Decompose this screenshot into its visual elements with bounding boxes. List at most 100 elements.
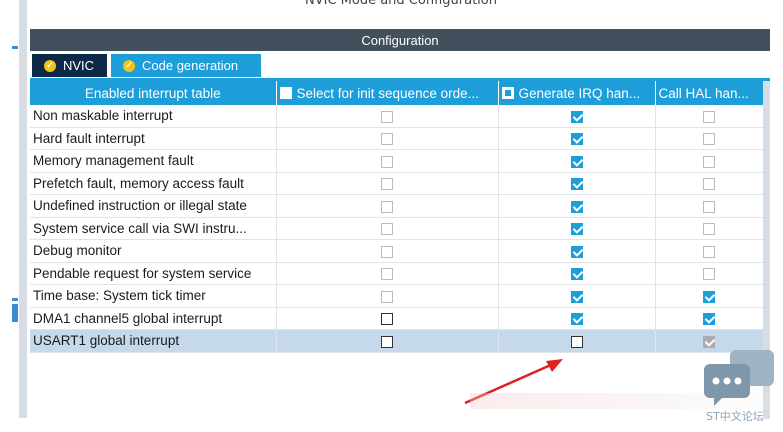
generate-irq-checkbox[interactable]	[570, 245, 583, 258]
interrupt-name: Non maskable interrupt	[30, 105, 277, 128]
interrupt-name: Memory management fault	[30, 149, 277, 173]
call-hal-checkbox[interactable]	[703, 290, 715, 303]
call-hal-cell	[655, 149, 763, 173]
generate-irq-cell	[498, 262, 656, 285]
interrupt-table: Enabled interrupt table Select for init …	[30, 81, 763, 353]
call-hal-cell	[655, 217, 763, 240]
checkbox-icon[interactable]	[279, 86, 292, 99]
generate-irq-cell	[498, 239, 656, 263]
interrupt-name: System service call via SWI instru...	[30, 217, 277, 240]
configuration-header: Configuration	[30, 29, 770, 51]
call-hal-checkbox[interactable]	[703, 313, 715, 326]
table-row[interactable]: Hard fault interrupt	[30, 127, 763, 150]
call-hal-cell	[655, 172, 763, 195]
init-sequence-cell	[276, 284, 499, 308]
generate-irq-checkbox[interactable]	[570, 178, 583, 191]
interrupt-name: Hard fault interrupt	[30, 127, 277, 150]
left-tick	[12, 304, 18, 322]
call-hal-checkbox	[703, 245, 715, 258]
column-header-init-sequence-label: Select for init sequence orde...	[296, 85, 479, 101]
generate-irq-checkbox[interactable]	[570, 268, 583, 281]
init-sequence-checkbox[interactable]	[381, 313, 393, 326]
left-tick	[12, 46, 18, 49]
generate-irq-cell	[498, 149, 656, 173]
app-window: NVIC Mode and Configuration Configuratio…	[0, 0, 783, 432]
column-header-call-hal-label: Call HAL han...	[658, 85, 749, 101]
tab-code-generation-label: Code generation	[142, 58, 239, 73]
generate-irq-cell	[498, 284, 656, 308]
generate-irq-checkbox[interactable]	[570, 200, 583, 213]
call-hal-checkbox	[703, 110, 715, 123]
init-sequence-cell	[276, 127, 499, 150]
table-row[interactable]: Prefetch fault, memory access fault	[30, 172, 763, 195]
column-header-init-sequence[interactable]: Select for init sequence orde...	[276, 81, 499, 105]
interrupt-table-container: Enabled interrupt table Select for init …	[30, 81, 763, 419]
init-sequence-checkbox	[381, 178, 393, 191]
column-header-generate-irq[interactable]: Generate IRQ han...	[498, 81, 656, 105]
init-sequence-cell	[276, 329, 499, 353]
generate-irq-cell	[498, 172, 656, 195]
generate-irq-checkbox[interactable]	[570, 155, 583, 168]
call-hal-checkbox	[703, 268, 715, 281]
init-sequence-cell	[276, 239, 499, 263]
call-hal-cell	[655, 127, 763, 150]
generate-irq-cell	[498, 194, 656, 218]
interrupt-name: Debug monitor	[30, 239, 277, 263]
interrupt-name: DMA1 channel5 global interrupt	[30, 307, 277, 330]
column-header-generate-irq-label: Generate IRQ han...	[518, 85, 641, 101]
init-sequence-checkbox	[381, 290, 393, 303]
generate-irq-checkbox[interactable]	[570, 133, 583, 146]
configuration-title: Configuration	[361, 32, 439, 48]
generate-irq-cell	[498, 105, 656, 128]
column-header-interrupt[interactable]: Enabled interrupt table	[30, 81, 277, 105]
call-hal-cell	[655, 194, 763, 218]
left-splitter[interactable]	[19, 0, 27, 418]
init-sequence-cell	[276, 172, 499, 195]
call-hal-checkbox	[703, 335, 715, 348]
call-hal-cell	[655, 105, 763, 128]
table-row[interactable]: Time base: System tick timer	[30, 284, 763, 308]
tab-nvic-label: NVIC	[63, 58, 95, 73]
column-header-interrupt-label: Enabled interrupt table	[84, 85, 221, 101]
call-hal-cell	[655, 307, 763, 330]
generate-irq-checkbox[interactable]	[570, 313, 583, 326]
init-sequence-cell	[276, 105, 499, 128]
init-sequence-cell	[276, 307, 499, 330]
table-row[interactable]: USART1 global interrupt	[30, 329, 763, 353]
tab-nvic[interactable]: ✓ NVIC	[32, 54, 107, 77]
table-row[interactable]: DMA1 channel5 global interrupt	[30, 307, 763, 330]
table-row[interactable]: Pendable request for system service	[30, 262, 763, 285]
tab-bar: ✓ NVIC ✓ Code generation	[30, 52, 770, 79]
generate-irq-checkbox[interactable]	[570, 335, 583, 348]
init-sequence-checkbox	[381, 223, 393, 236]
column-header-call-hal[interactable]: Call HAL han...	[655, 81, 763, 105]
checkbox-icon[interactable]	[501, 86, 514, 99]
generate-irq-cell	[498, 307, 656, 330]
generate-irq-checkbox[interactable]	[570, 290, 583, 303]
init-sequence-cell	[276, 149, 499, 173]
generate-irq-checkbox[interactable]	[570, 223, 583, 236]
call-hal-cell	[655, 262, 763, 285]
table-row[interactable]: Memory management fault	[30, 149, 763, 173]
call-hal-checkbox	[703, 155, 715, 168]
interrupt-name: Undefined instruction or illegal state	[30, 194, 277, 218]
table-row[interactable]: Undefined instruction or illegal state	[30, 194, 763, 218]
init-sequence-checkbox	[381, 200, 393, 213]
table-row[interactable]: Non maskable interrupt	[30, 105, 763, 128]
init-sequence-checkbox[interactable]	[381, 335, 393, 348]
table-row[interactable]: System service call via SWI instru...	[30, 217, 763, 240]
call-hal-checkbox	[703, 133, 715, 146]
table-header-row: Enabled interrupt table Select for init …	[30, 81, 763, 105]
tab-code-generation[interactable]: ✓ Code generation	[111, 54, 261, 77]
table-row[interactable]: Debug monitor	[30, 239, 763, 263]
interrupt-name: Prefetch fault, memory access fault	[30, 172, 277, 195]
interrupt-name: Time base: System tick timer	[30, 284, 277, 308]
init-sequence-cell	[276, 194, 499, 218]
left-margin	[0, 0, 19, 432]
init-sequence-checkbox	[381, 245, 393, 258]
init-sequence-cell	[276, 217, 499, 240]
check-circle-icon: ✓	[123, 59, 135, 72]
generate-irq-checkbox[interactable]	[570, 110, 583, 123]
init-sequence-checkbox	[381, 133, 393, 146]
call-hal-cell	[655, 239, 763, 263]
